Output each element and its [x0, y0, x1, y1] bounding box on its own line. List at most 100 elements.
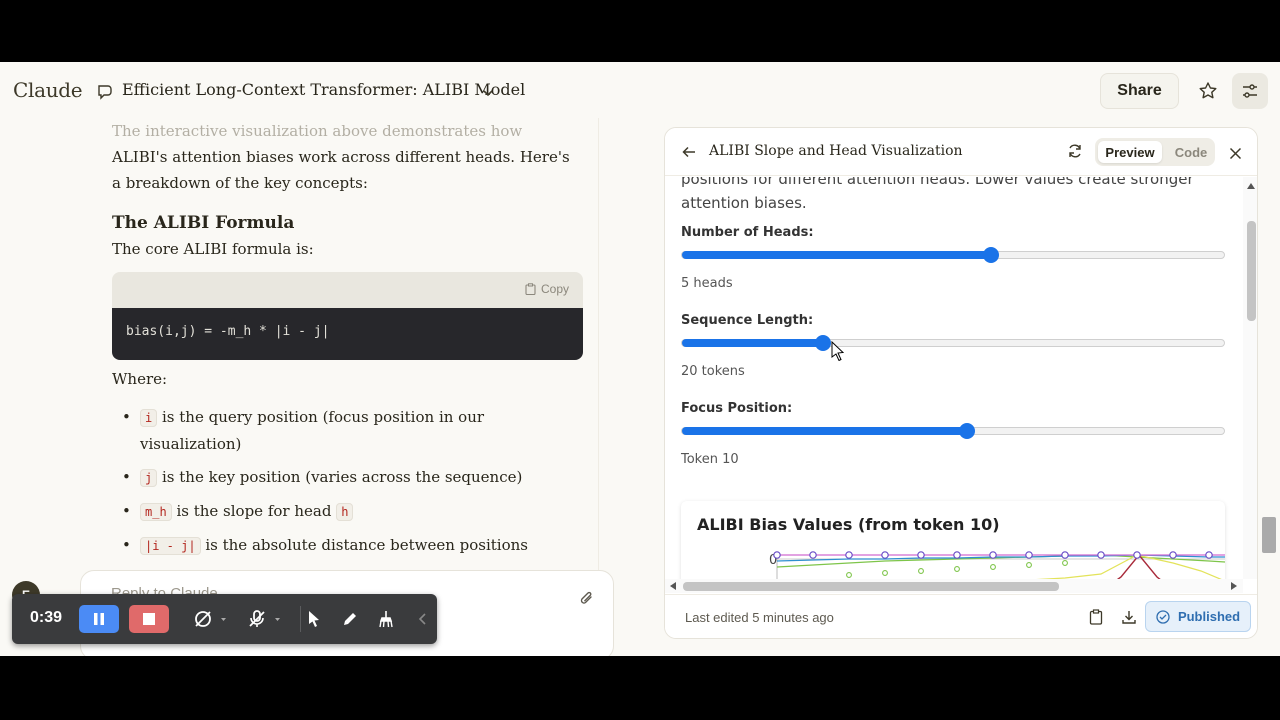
- pencil-icon: [344, 613, 356, 625]
- share-button[interactable]: Share: [1100, 73, 1179, 109]
- inline-code: |i - j|: [140, 537, 201, 555]
- focus-position-value: Token 10: [681, 452, 739, 467]
- sequence-length-label: Sequence Length:: [681, 313, 814, 328]
- inline-code: h: [336, 503, 354, 521]
- claude-logo[interactable]: Claude: [13, 78, 83, 102]
- arrow-left-icon[interactable]: [681, 144, 697, 164]
- heads-value: 5 heads: [681, 276, 733, 291]
- assistant-message: The interactive visualization above demo…: [112, 118, 582, 262]
- artifact-panel: ALIBI Slope and Head Visualization Previ…: [664, 127, 1258, 639]
- slider-thumb[interactable]: [958, 423, 975, 439]
- broom-icon: [379, 611, 393, 628]
- tab-code[interactable]: Code: [1171, 141, 1211, 163]
- where-label: Where:: [112, 370, 168, 388]
- chevron-left-icon: [418, 613, 426, 625]
- artifact-title: ALIBI Slope and Head Visualization: [709, 143, 963, 159]
- faded-text: The interactive visualization above demo…: [112, 122, 523, 140]
- tab-preview[interactable]: Preview: [1098, 141, 1162, 163]
- eraser-tool-button[interactable]: [376, 606, 396, 632]
- chevron-down-icon[interactable]: [482, 84, 494, 97]
- close-icon[interactable]: [1229, 145, 1242, 164]
- heads-slider[interactable]: [681, 247, 1225, 263]
- webcam-off-icon: [195, 611, 226, 627]
- recording-timer: 0:39: [30, 609, 63, 626]
- artifact-header: ALIBI Slope and Head Visualization Previ…: [665, 128, 1257, 176]
- bias-chart: 0: [769, 551, 1225, 579]
- download-icon[interactable]: [1121, 609, 1137, 629]
- list-item: j is the key position (varies across the…: [112, 464, 572, 491]
- definition-list: i is the query position (focus position …: [112, 404, 572, 566]
- slider-fill: [682, 339, 823, 347]
- pause-button[interactable]: [79, 605, 119, 633]
- scroll-up-icon: [1247, 183, 1255, 189]
- check-circle-icon: [1156, 609, 1170, 624]
- list-item: |i - j| is the absolute distance between…: [112, 532, 572, 559]
- webcam-off-button[interactable]: [186, 606, 234, 632]
- stop-button[interactable]: [129, 605, 169, 633]
- artifact-description: positions for different attention heads.…: [681, 177, 1194, 212]
- intro-text: ALIBI's attention biases work across dif…: [112, 148, 570, 192]
- cursor-arrow-icon: [309, 611, 319, 627]
- scrollbar-thumb[interactable]: [683, 582, 1059, 591]
- list-item-text: is the slope for head: [171, 502, 337, 520]
- scroll-left-icon: [670, 582, 676, 590]
- view-toggle: Preview Code: [1095, 138, 1215, 166]
- bias-chart-card: ALIBI Bias Values (from token 10) 0: [681, 501, 1225, 579]
- list-item: m_h is the slope for head h: [112, 498, 572, 525]
- heads-label: Number of Heads:: [681, 225, 814, 240]
- sequence-length-slider[interactable]: [681, 335, 1225, 351]
- published-label: Published: [1177, 609, 1241, 624]
- pause-icon: [94, 613, 104, 625]
- star-icon[interactable]: [1193, 76, 1223, 106]
- chat-bubble-icon: [96, 82, 114, 100]
- vertical-scrollbar[interactable]: [1243, 177, 1257, 579]
- last-edited-text: Last edited 5 minutes ago: [685, 610, 834, 625]
- sequence-length-value: 20 tokens: [681, 364, 745, 379]
- artifact-preview: positions for different attention heads.…: [665, 177, 1243, 579]
- mic-off-button[interactable]: [240, 606, 288, 632]
- code-block: Copy bias(i,j) = -m_h * |i - j|: [112, 272, 583, 360]
- settings-sliders-icon[interactable]: [1232, 73, 1268, 109]
- clipboard-icon: [525, 283, 536, 295]
- refresh-icon[interactable]: [1067, 143, 1083, 163]
- chat-title[interactable]: Efficient Long-Context Transformer: ALIB…: [122, 80, 525, 99]
- slider-thumb[interactable]: [814, 335, 831, 351]
- pen-tool-button[interactable]: [340, 606, 360, 632]
- published-button[interactable]: Published: [1145, 601, 1251, 632]
- slider-thumb[interactable]: [982, 247, 999, 263]
- clipboard-icon[interactable]: [1089, 609, 1103, 629]
- top-bar: Claude Efficient Long-Context Transforme…: [0, 62, 1280, 118]
- list-item-text: is the absolute distance between positio…: [200, 536, 528, 554]
- stop-icon: [143, 613, 155, 625]
- focus-position-slider[interactable]: [681, 423, 1225, 439]
- slider-fill: [682, 251, 991, 259]
- list-item-text: is the key position (varies across the s…: [157, 468, 523, 486]
- pointer-tool-button[interactable]: [304, 606, 324, 632]
- inline-code: m_h: [140, 503, 172, 521]
- mic-off-icon: [249, 610, 280, 627]
- collapse-toolbar-button[interactable]: [414, 606, 430, 632]
- page-scrollbar-thumb[interactable]: [1262, 517, 1276, 553]
- horizontal-scrollbar[interactable]: [665, 579, 1243, 593]
- list-item-text: is the query position (focus position in…: [140, 408, 485, 453]
- copy-label: Copy: [540, 282, 569, 296]
- mouse-cursor-icon: [831, 340, 845, 365]
- copy-button[interactable]: Copy: [525, 282, 569, 296]
- code-block-header: Copy: [112, 272, 583, 308]
- artifact-footer: Last edited 5 minutes ago Published: [665, 594, 1257, 638]
- scrollbar-thumb[interactable]: [1247, 221, 1256, 321]
- code-text: bias(i,j) = -m_h * |i - j|: [112, 308, 583, 360]
- formula-intro: The core ALIBI formula is:: [112, 240, 314, 258]
- formula-heading: The ALIBI Formula: [112, 213, 295, 233]
- app-window: Claude Efficient Long-Context Transforme…: [0, 62, 1280, 656]
- chart-title: ALIBI Bias Values (from token 10): [697, 515, 1000, 534]
- screen-recorder-toolbar: 0:39: [12, 594, 437, 644]
- scroll-right-icon: [1231, 582, 1237, 590]
- list-item: i is the query position (focus position …: [112, 404, 572, 457]
- inline-code: i: [140, 409, 158, 427]
- focus-position-label: Focus Position:: [681, 401, 793, 416]
- inline-code: j: [140, 469, 158, 487]
- divider: [300, 606, 301, 632]
- slider-fill: [682, 427, 967, 435]
- paperclip-icon[interactable]: [579, 589, 595, 611]
